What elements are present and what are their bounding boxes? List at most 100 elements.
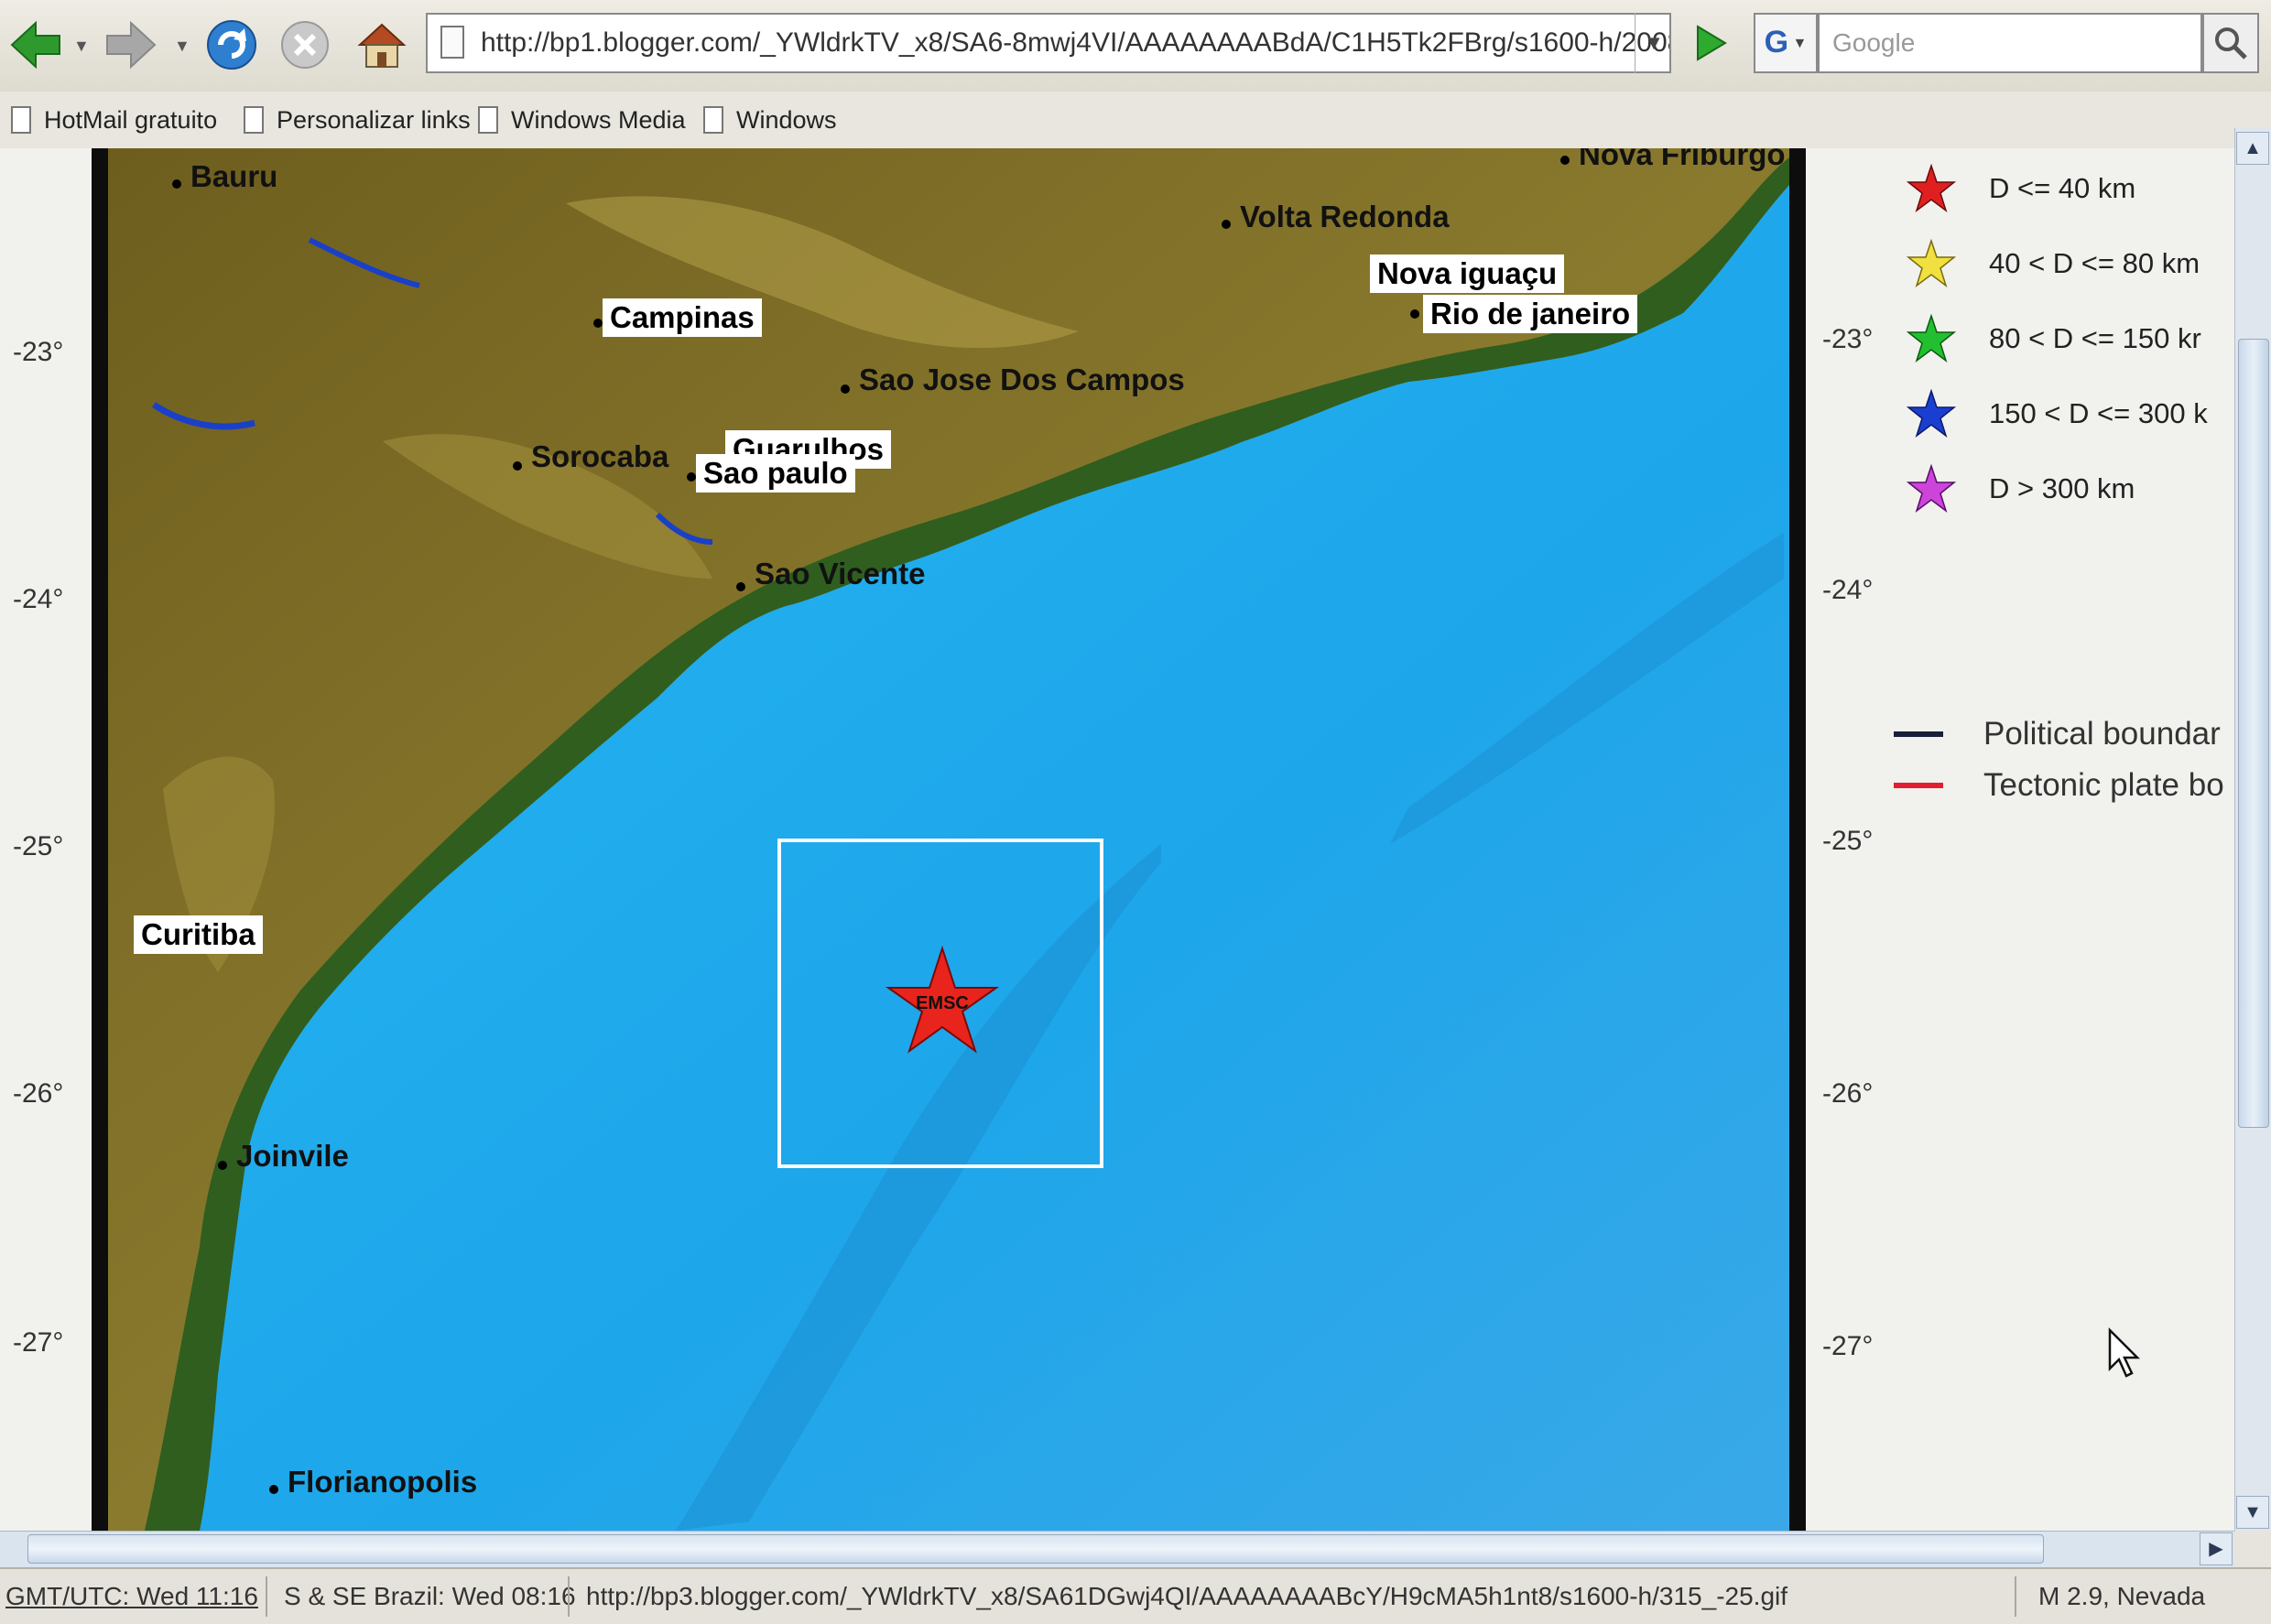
search-placeholder: Google [1832,28,1916,57]
status-bar: GMT/UTC: Wed 11:16 S & SE Brazil: Wed 08… [0,1567,2271,1624]
city-label-florianopolis: Florianopolis [288,1465,478,1499]
bookmark-label: Windows [736,105,837,134]
city-label-joinvile: Joinvile [236,1139,349,1173]
home-button[interactable] [350,13,414,77]
city-dot [269,1485,278,1494]
page-icon [703,106,723,134]
status-divider [568,1576,570,1617]
search-engine-letter: G [1764,25,1789,60]
refresh-button[interactable] [200,13,264,77]
search-button[interactable] [2202,13,2259,73]
search-input[interactable]: Google [1818,13,2202,73]
magnifier-icon [2215,27,2247,60]
bookmark-windows[interactable]: Windows [703,101,837,139]
bookmark-label: HotMail gratuito [44,105,218,134]
back-arrow-icon [10,20,60,70]
bookmark-hotmail[interactable]: HotMail gratuito [11,101,217,139]
city-label-volta-redonda: Volta Redonda [1240,200,1450,233]
status-divider [2015,1576,2016,1617]
stop-icon [281,21,329,69]
page-content: -23° -24° -25° -26° -27° EMSC Bauru Nova… [0,148,2234,1531]
green-star-icon [1907,314,1956,363]
city-dot [593,319,603,328]
go-button[interactable] [1683,13,1738,73]
city-label-rio-de-janeiro: Rio de janeiro [1423,295,1638,333]
forward-dropdown-icon[interactable]: ▼ [174,37,190,56]
back-button[interactable] [4,13,68,77]
city-label-bauru: Bauru [190,159,278,193]
legend-depth-item: D > 300 km [1907,463,2135,514]
forward-button[interactable] [99,13,163,77]
city-label-nova-iguacu: Nova iguaçu [1370,254,1565,293]
bookmarks-bar: HotMail gratuito Personalizar links Wind… [0,92,2271,150]
vertical-scroll-thumb[interactable] [2238,339,2269,1128]
city-label-curitiba: Curitiba [134,915,263,954]
back-dropdown-icon[interactable]: ▼ [73,37,90,56]
legend-label: D <= 40 km [1989,172,2136,204]
city-label-sao-jose-dos-campos: Sao Jose Dos Campos [859,363,1185,396]
bookmark-personalizar[interactable]: Personalizar links [244,101,471,139]
lat-label: -27° [13,1327,64,1358]
city-label-sao-paulo: Sao paulo [696,454,855,493]
red-star-icon [1907,164,1956,213]
city-label-campinas: Campinas [603,298,762,337]
city-dot [1560,156,1570,165]
city-dot [736,582,745,591]
lat-label: -23° [13,337,64,367]
blue-star-icon [1907,389,1956,438]
city-dot [513,461,522,471]
legend-line-item: Tectonic plate bo [1894,767,2224,804]
stop-button[interactable] [273,13,337,77]
page-icon [244,106,264,134]
legend-depth-item: 150 < D <= 300 k [1907,388,2208,439]
lat-label: -25° [13,831,64,861]
bookmark-label: Windows Media [511,105,686,134]
epicenter-label: EMSC [916,993,969,1013]
browser-toolbar: ▼ ▼ http://bp1.blogger.com/_YWldrkTV_x8/… [0,0,2271,92]
page-icon [440,26,464,59]
city-label-sorocaba: Sorocaba [531,439,669,473]
address-bar[interactable]: http://bp1.blogger.com/_YWldrkTV_x8/SA6-… [426,13,1671,73]
bookmark-label: Personalizar links [277,105,471,134]
city-dot [1222,220,1231,229]
tectonic-plate-swatch [1894,783,1943,788]
status-brazil-time: S & SE Brazil: Wed 08:16 [284,1582,576,1610]
city-dot [172,179,181,189]
city-label-sao-vicente: Sao Vicente [755,557,926,590]
status-gmt-time[interactable]: GMT/UTC: Wed 11:16 [5,1582,258,1611]
legend-depth-item: 40 < D <= 80 km [1907,238,2200,289]
status-url: http://bp3.blogger.com/_YWldrkTV_x8/SA61… [586,1582,1788,1610]
map-frame: EMSC Bauru Nova Friburgo Volta Redonda N… [92,148,1806,1531]
city-label-nova-friburgo: Nova Friburgo [1579,148,1786,171]
horizontal-scroll-thumb[interactable] [27,1534,2044,1564]
search-engine-icon[interactable]: G ▼ [1754,13,1818,73]
legend-depth-item: D <= 40 km [1907,163,2135,214]
map-legend: D <= 40 km 40 < D <= 80 km 80 < D <= 150… [1806,148,2234,1531]
legend-label: Political boundar [1983,716,2221,752]
legend-label: D > 300 km [1989,472,2135,504]
legend-line-item: Political boundar [1894,716,2221,752]
legend-label: Tectonic plate bo [1983,767,2224,803]
bookmark-windows-media[interactable]: Windows Media [478,101,686,139]
lat-label: -24° [13,584,64,614]
scroll-up-arrow-icon[interactable]: ▲ [2236,132,2269,165]
scroll-right-arrow-icon[interactable]: ▶ [2200,1532,2233,1565]
legend-label: 150 < D <= 300 k [1989,397,2208,429]
status-right-text: M 2.9, Nevada [2038,1582,2206,1610]
go-arrow-icon [1697,25,1727,61]
legend-label: 40 < D <= 80 km [1989,247,2200,279]
lat-label: -26° [13,1078,64,1109]
legend-depth-item: 80 < D <= 150 kr [1907,313,2201,364]
page-icon [478,106,498,134]
mouse-pointer-icon [2106,1326,2143,1386]
yellow-star-icon [1907,239,1956,288]
refresh-icon [207,20,256,70]
political-boundary-swatch [1894,731,1943,737]
status-divider [266,1576,267,1617]
purple-star-icon [1907,464,1956,514]
address-text: http://bp1.blogger.com/_YWldrkTV_x8/SA6-… [481,27,1671,58]
city-dot [1410,309,1419,319]
address-dropdown-icon[interactable]: ▼ [1635,13,1672,73]
scroll-down-arrow-icon[interactable]: ▼ [2236,1496,2269,1529]
relief-map: EMSC [108,148,1789,1531]
